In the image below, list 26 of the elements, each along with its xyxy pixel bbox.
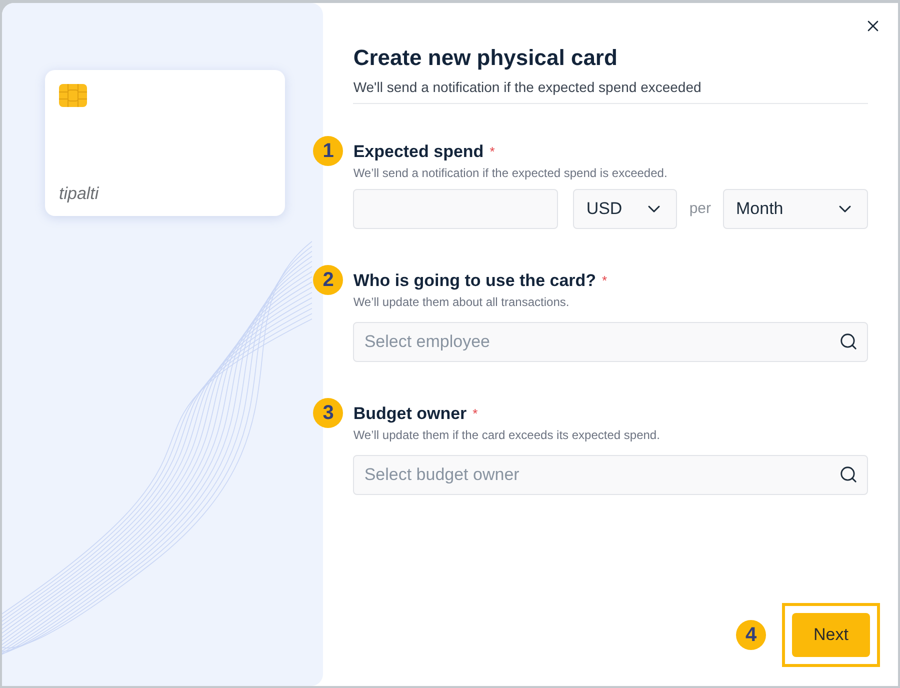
next-button[interactable]: Next — [792, 613, 870, 657]
required-asterisk: * — [490, 143, 495, 161]
dialog-title: Create new physical card — [353, 44, 618, 72]
per-text: per — [689, 198, 711, 219]
brand-logo: tipalti — [59, 185, 100, 202]
field-label: Expected spend — [353, 142, 484, 162]
dropdown[interactable]: Month — [723, 189, 868, 229]
field-label: Who is going to use the card? — [353, 271, 596, 291]
step-number-badge: 4 — [736, 620, 766, 650]
dialog-subtitle: We'll send a notification if the expected spend exceeded — [353, 78, 702, 96]
amount-input-field[interactable] — [353, 189, 558, 229]
search-field[interactable]: Select employee — [353, 322, 868, 362]
search-icon — [839, 465, 858, 484]
required-asterisk: * — [472, 405, 478, 423]
required-asterisk: * — [602, 272, 608, 290]
field-label: Budget owner — [353, 404, 467, 424]
step-number-badge: 3 — [313, 398, 344, 428]
search-icon — [839, 332, 858, 351]
step-number-badge: 2 — [313, 265, 344, 295]
field-hint: We’ll update them if the card exceeds its expected spend. — [353, 428, 661, 443]
chip-icon — [59, 84, 87, 107]
dropdown[interactable]: USD — [573, 189, 678, 229]
field-hint: We’ll update them about all transactions. — [353, 295, 570, 310]
field-hint: We’ll send a notification if the expected spend is exceeded. — [353, 166, 668, 181]
step-number-badge: 1 — [313, 136, 344, 166]
search-field[interactable]: Select budget owner — [353, 455, 868, 495]
